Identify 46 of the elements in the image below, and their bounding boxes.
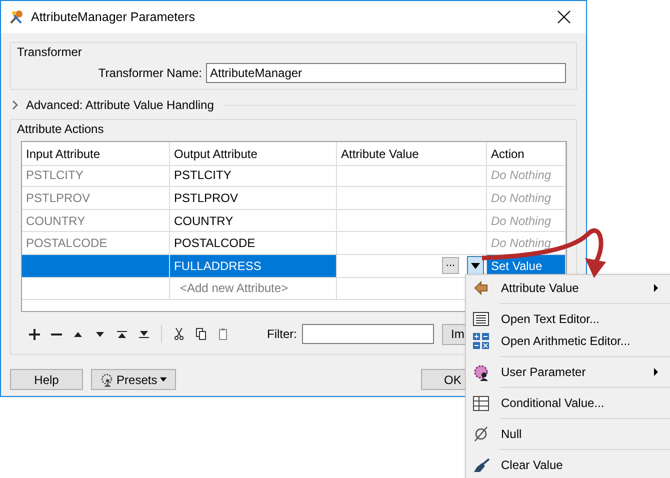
menu-item[interactable]: Clear Value bbox=[466, 454, 670, 476]
table-cell: Do Nothing bbox=[487, 187, 566, 210]
table-cell: PSTLCITY bbox=[170, 164, 337, 188]
dropdown-button[interactable] bbox=[467, 256, 484, 276]
table-cell: PSTLCITY bbox=[22, 164, 170, 188]
section-header[interactable]: Advanced: Attribute Value Handling bbox=[26, 98, 214, 112]
grid-icon bbox=[473, 396, 489, 410]
menu-item[interactable]: Null bbox=[466, 423, 670, 445]
gear-user-icon bbox=[472, 364, 490, 380]
table-cell: PSTLPROV bbox=[170, 187, 337, 210]
table-cell: COUNTRY bbox=[170, 210, 337, 232]
column-header: Input Attribute bbox=[22, 142, 170, 166]
filter-field[interactable] bbox=[302, 324, 434, 344]
help-button[interactable]: Help bbox=[10, 369, 83, 390]
menu-item[interactable]: Open Text Editor... bbox=[466, 308, 670, 330]
caret-icon bbox=[160, 377, 167, 382]
filter-label: Filter: bbox=[267, 327, 297, 342]
group-label: Transformer bbox=[17, 45, 82, 59]
browse-button[interactable]: ... bbox=[442, 257, 459, 274]
gear-user-icon bbox=[100, 372, 114, 388]
field-label: Transformer Name: bbox=[98, 66, 202, 80]
table-cell[interactable]: <Add new Attribute> bbox=[170, 278, 337, 300]
caret-icon bbox=[471, 262, 480, 269]
table-cell: FULLADDRESS bbox=[170, 254, 337, 278]
column-header: Attribute Value bbox=[337, 142, 487, 166]
empty-set-icon bbox=[473, 426, 489, 442]
table-cell: Do Nothing bbox=[487, 164, 566, 188]
table-cell: Do Nothing bbox=[487, 210, 566, 232]
group-label: Attribute Actions bbox=[17, 122, 104, 136]
name-field[interactable]: AttributeManager bbox=[206, 63, 566, 83]
calculator-icon bbox=[473, 333, 489, 349]
broom-icon bbox=[472, 458, 490, 472]
close-icon bbox=[557, 10, 571, 24]
table-cell: PSTLPROV bbox=[22, 187, 170, 210]
menu-item[interactable]: Open Arithmetic Editor... bbox=[466, 330, 670, 352]
window-title: AttributeManager Parameters bbox=[31, 10, 196, 24]
table-cell: COUNTRY bbox=[22, 210, 170, 232]
presets-button[interactable]: Presets bbox=[91, 369, 176, 390]
menu-item[interactable]: Conditional Value... bbox=[466, 392, 670, 414]
column-header: Output Attribute bbox=[170, 142, 337, 166]
column-header: Action bbox=[487, 142, 566, 166]
chevron-icon[interactable] bbox=[10, 100, 20, 110]
tool-icon bbox=[9, 9, 25, 25]
text-lines-icon bbox=[473, 312, 489, 326]
arrow-left-icon bbox=[474, 281, 488, 295]
menu-item[interactable]: Attribute Value bbox=[466, 277, 670, 299]
